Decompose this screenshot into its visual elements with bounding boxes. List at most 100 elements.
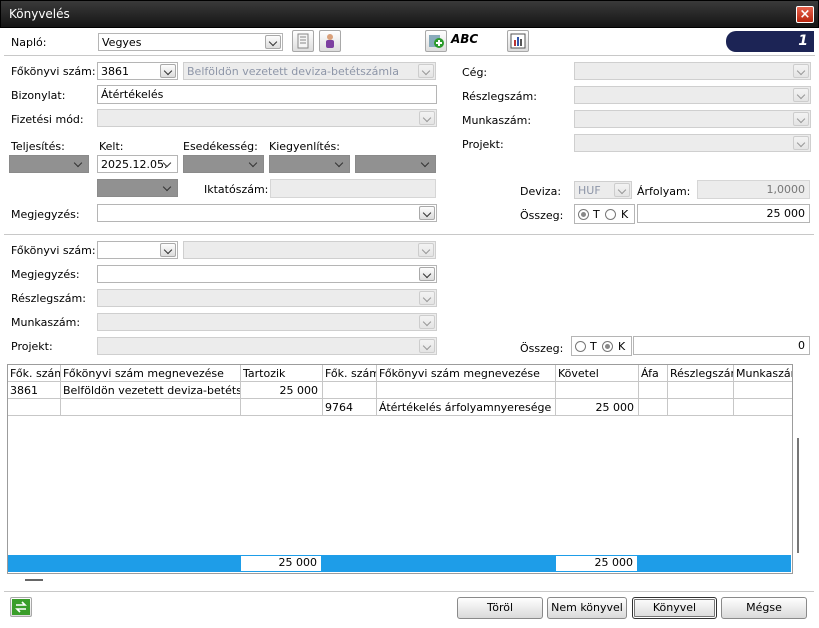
- column-header[interactable]: Munkaszám: [734, 365, 792, 382]
- k-radio[interactable]: [605, 209, 616, 220]
- add-entry-icon[interactable]: [425, 30, 447, 52]
- table-cell[interactable]: [639, 399, 668, 416]
- column-header[interactable]: Áfa: [639, 365, 668, 382]
- table-cell[interactable]: [668, 399, 734, 416]
- chevron-down-icon[interactable]: [71, 157, 87, 171]
- list-icon[interactable]: [292, 30, 314, 52]
- line-k-radio[interactable]: [602, 341, 613, 352]
- chevron-down-icon[interactable]: [419, 206, 435, 220]
- table-cell[interactable]: [61, 399, 241, 416]
- title-bar[interactable]: Könyvelés ×: [0, 0, 819, 28]
- table-cell[interactable]: [556, 382, 639, 399]
- table-cell[interactable]: [734, 382, 792, 399]
- fokonyv-name-value: Belföldön vezetett deviza-betétszámla: [187, 65, 399, 78]
- chevron-down-icon: [793, 136, 809, 150]
- table-cell[interactable]: Átértékelés árfolyamnyeresége: [377, 399, 556, 416]
- line-fokonyv-select[interactable]: [97, 241, 178, 259]
- line-projekt-label: Projekt:: [11, 340, 53, 353]
- nem-konyvel-button[interactable]: Nem könyvel: [547, 597, 627, 619]
- chevron-down-icon[interactable]: [160, 157, 176, 171]
- column-header[interactable]: Követel: [556, 365, 639, 382]
- table-cell[interactable]: [639, 382, 668, 399]
- deviza-value: HUF: [578, 184, 601, 197]
- torol-button[interactable]: Töröl: [457, 597, 543, 619]
- column-header[interactable]: Részlegszám: [668, 365, 734, 382]
- ledger-grid[interactable]: Fők. szám Főkönyvi szám megnevezése Tart…: [7, 364, 793, 574]
- line-munka-select[interactable]: [97, 313, 437, 331]
- chevron-down-icon[interactable]: [265, 35, 281, 49]
- fokonyv-select[interactable]: 3861: [97, 62, 178, 80]
- chevron-down-icon[interactable]: [160, 243, 176, 257]
- column-header[interactable]: Tartozik: [241, 365, 323, 382]
- chevron-down-icon[interactable]: [418, 157, 434, 171]
- line-osszeg-value: 0: [798, 339, 805, 352]
- megjegyzes-select[interactable]: [97, 204, 437, 222]
- swap-icon[interactable]: [10, 597, 32, 617]
- line-fokonyv-name-select[interactable]: [183, 241, 436, 259]
- report-icon[interactable]: [507, 30, 529, 52]
- person-icon[interactable]: [319, 30, 341, 52]
- kelt-select[interactable]: 2025.12.05.: [97, 155, 178, 173]
- line-fokonyv-label: Főkönyvi szám:: [11, 244, 96, 257]
- total-debit: 25 000: [241, 556, 321, 571]
- column-header[interactable]: Fők. szám: [8, 365, 61, 382]
- t-radio[interactable]: [578, 209, 589, 220]
- page-counter: 1: [726, 31, 814, 52]
- table-cell[interactable]: [734, 399, 792, 416]
- table-cell[interactable]: Belföldön vezetett deviza-betétszámla: [61, 382, 241, 399]
- teljesites-select[interactable]: [9, 155, 89, 173]
- chevron-down-icon[interactable]: [246, 157, 262, 171]
- chevron-down-icon[interactable]: [160, 181, 176, 195]
- close-button[interactable]: ×: [796, 6, 814, 23]
- deviza-select[interactable]: HUF: [574, 181, 632, 199]
- column-header[interactable]: Fők. szám: [323, 365, 377, 382]
- line-megjegyzes-select[interactable]: [97, 265, 437, 283]
- chevron-down-icon[interactable]: [160, 64, 176, 78]
- table-cell[interactable]: 9764: [323, 399, 377, 416]
- osszeg-input[interactable]: 25 000: [637, 204, 810, 223]
- spellcheck-icon[interactable]: ABC: [451, 32, 479, 50]
- chevron-down-icon[interactable]: [419, 267, 435, 281]
- projekt-select[interactable]: [574, 134, 811, 152]
- table-cell[interactable]: [241, 399, 323, 416]
- naplo-select[interactable]: Vegyes: [98, 33, 283, 51]
- fokonyv-name-select[interactable]: Belföldön vezetett deviza-betétszámla: [183, 62, 436, 80]
- bizonylat-input[interactable]: Átértékelés: [97, 85, 437, 104]
- table-cell[interactable]: [377, 382, 556, 399]
- column-header[interactable]: Főkönyvi szám megnevezése: [61, 365, 241, 382]
- kiegyenlites-select[interactable]: [269, 155, 350, 173]
- kelt-label: Kelt:: [99, 140, 124, 153]
- line-osszeg-input[interactable]: 0: [633, 336, 810, 355]
- chevron-down-icon[interactable]: [332, 157, 348, 171]
- megse-button[interactable]: Mégse: [721, 597, 807, 619]
- fizetesi-select[interactable]: [97, 109, 437, 127]
- table-cell[interactable]: [323, 382, 377, 399]
- chevron-down-icon: [419, 339, 435, 353]
- line-t-radio[interactable]: [575, 341, 586, 352]
- extra-date-select[interactable]: [355, 155, 436, 173]
- grid-scrollbar[interactable]: [797, 438, 799, 553]
- konyvel-button[interactable]: Könyvel: [632, 597, 717, 619]
- table-cell[interactable]: 25 000: [241, 382, 323, 399]
- line-reszleg-select[interactable]: [97, 289, 437, 307]
- column-header[interactable]: Főkönyvi szám megnevezése: [377, 365, 556, 382]
- secondary-date-select[interactable]: [97, 179, 178, 197]
- table-cell[interactable]: [8, 399, 61, 416]
- resize-handle[interactable]: [25, 579, 43, 581]
- chevron-down-icon: [419, 315, 435, 329]
- toolbar: Napló: Vegyes ABC 1: [4, 29, 815, 56]
- table-cell[interactable]: 3861: [8, 382, 61, 399]
- iktato-input[interactable]: [270, 179, 436, 198]
- arfolyam-value: 1,0000: [766, 183, 806, 196]
- line-projekt-select[interactable]: [97, 337, 437, 355]
- chevron-down-icon: [793, 64, 809, 78]
- table-cell[interactable]: [668, 382, 734, 399]
- reszleg-select[interactable]: [574, 86, 811, 104]
- chevron-down-icon: [419, 291, 435, 305]
- munka-select[interactable]: [574, 110, 811, 128]
- arfolyam-input[interactable]: 1,0000: [697, 180, 810, 199]
- table-cell[interactable]: 25 000: [556, 399, 639, 416]
- esedekesseg-select[interactable]: [183, 155, 264, 173]
- ceg-select[interactable]: [574, 62, 811, 80]
- divider: [4, 591, 814, 592]
